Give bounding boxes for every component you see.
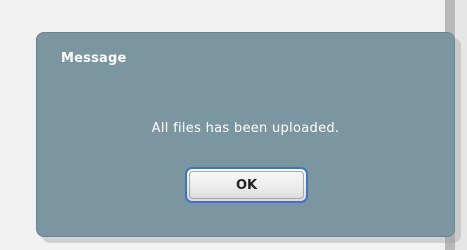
ok-button[interactable]: OK bbox=[185, 167, 308, 203]
dialog-message: All files has been uploaded. bbox=[151, 121, 340, 136]
dialog-title: Message bbox=[61, 51, 127, 66]
window-edge bbox=[455, 0, 467, 250]
ok-button-label: OK bbox=[235, 177, 258, 193]
message-dialog: Message All files has been uploaded. OK bbox=[36, 32, 455, 237]
